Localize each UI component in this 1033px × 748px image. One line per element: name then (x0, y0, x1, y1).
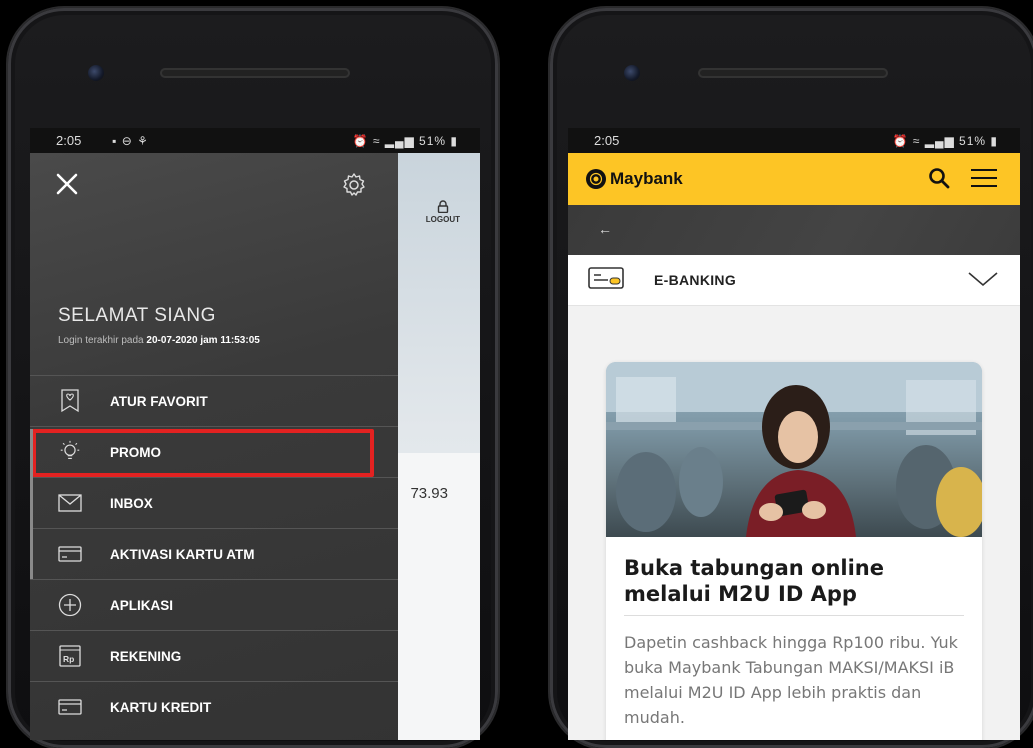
phone-right: 2:05 ⏰ ≈ ▂▄▆ 51% ▮ Maybank ← E-BANKING B… (550, 8, 1033, 748)
search-button[interactable] (928, 167, 950, 194)
lightbulb-icon (58, 440, 82, 464)
status-time: 2:05 (56, 133, 82, 148)
account-amount: 73.93 (410, 485, 448, 502)
promo-title: Buka tabungan online melalui M2U ID App (624, 555, 964, 616)
menu-item-atur-favorit[interactable]: ATUR FAVORIT (30, 375, 398, 426)
last-login-prefix: Login terakhir pada (58, 335, 144, 346)
rp-icon: Rp (58, 644, 82, 668)
navigation-subbar: ← (568, 205, 1020, 255)
ebanking-card-icon (588, 266, 624, 295)
maybank-header: Maybank (568, 153, 1020, 205)
menu-item-aplikasi[interactable]: APLIKASI (30, 579, 398, 630)
menu-item-rekening[interactable]: Rp REKENING (30, 630, 398, 681)
svg-text:Rp: Rp (63, 654, 74, 664)
status-battery: 51% (419, 133, 447, 148)
menu-item-label: AKTIVASI KARTU ATM (110, 546, 255, 562)
content-area: E-BANKING Buka tabungan online melalui M… (568, 255, 1020, 740)
back-arrow-icon[interactable]: ← (598, 221, 612, 237)
plus-circle-icon (58, 593, 82, 617)
status-time: 2:05 (594, 133, 620, 148)
status-battery: 51% (959, 133, 987, 148)
settings-button[interactable] (340, 171, 368, 199)
menu-item-promo[interactable]: PROMO (30, 426, 398, 477)
maybank-tiger-icon (586, 169, 606, 189)
promo-photo (606, 362, 982, 537)
status-icons: ⏰ ≈ ▂▄▆ 51% ▮ (892, 133, 998, 148)
bookmark-heart-icon (58, 389, 82, 413)
menu-item-label: INBOX (110, 495, 153, 511)
maybank-logo[interactable]: Maybank (586, 169, 683, 189)
menu-item-label: ATUR FAVORIT (110, 393, 208, 409)
phone-left: 2:05 ▪ ⊖ ⚘ ⏰ ≈ ▂▄▆ 51% ▮ LOGOUT 73.93 SE… (8, 8, 498, 748)
ebanking-section-toggle[interactable]: E-BANKING (568, 255, 1020, 306)
menu-item-kartu-kredit[interactable]: KARTU KREDIT (30, 681, 398, 732)
credit-card-icon (58, 695, 82, 719)
last-login-text: Login terakhir pada 20-07-2020 jam 11:53… (58, 335, 260, 346)
last-login-value: 20-07-2020 jam 11:53:05 (146, 335, 260, 346)
envelope-icon (58, 491, 82, 515)
lock-icon (437, 200, 449, 213)
close-icon (56, 173, 78, 195)
menu-item-label: REKENING (110, 648, 182, 664)
right-screen: 2:05 ⏰ ≈ ▂▄▆ 51% ▮ Maybank ← E-BANKING B… (568, 128, 1020, 740)
status-bar: 2:05 ▪ ⊖ ⚘ ⏰ ≈ ▂▄▆ 51% ▮ (30, 128, 480, 153)
gear-icon (343, 173, 365, 196)
menu-item-label: KARTU KREDIT (110, 699, 212, 715)
card-icon (58, 542, 82, 566)
chevron-down-icon (968, 271, 998, 292)
brand-name: Maybank (610, 169, 683, 188)
logout-button[interactable]: LOGOUT (426, 200, 460, 224)
promo-description: Dapetin cashback hingga Rp100 ribu. Yuk … (624, 633, 958, 727)
search-icon (929, 168, 950, 189)
status-bar: 2:05 ⏰ ≈ ▂▄▆ 51% ▮ (568, 128, 1020, 153)
woman-with-phone-on-train-image (606, 362, 982, 537)
menu-item-label: APLIKASI (110, 597, 174, 613)
earpiece-speaker (160, 68, 350, 78)
hamburger-icon (971, 169, 997, 187)
front-camera (624, 65, 640, 81)
navigation-drawer: SELAMAT SIANG Login terakhir pada 20-07-… (30, 153, 398, 740)
greeting-text: SELAMAT SIANG (58, 305, 216, 326)
logout-label: LOGOUT (425, 215, 460, 224)
menu-button[interactable] (970, 168, 998, 193)
menu-item-aktivasi-kartu-atm[interactable]: AKTIVASI KARTU ATM (30, 528, 398, 579)
front-camera (88, 65, 104, 81)
close-button[interactable] (54, 171, 80, 197)
promo-card[interactable]: Buka tabungan online melalui M2U ID App … (606, 362, 982, 740)
scrollbar[interactable] (30, 429, 33, 579)
menu-item-inbox[interactable]: INBOX (30, 477, 398, 528)
status-icons: ▪ ⊖ ⚘ ⏰ ≈ ▂▄▆ 51% ▮ (112, 133, 458, 148)
earpiece-speaker (698, 68, 888, 78)
drawer-menu: ATUR FAVORIT PROMO INBOX AKTIVASI KARTU … (30, 375, 398, 732)
menu-item-label: PROMO (110, 444, 162, 460)
section-label: E-BANKING (654, 272, 737, 288)
left-screen: 2:05 ▪ ⊖ ⚘ ⏰ ≈ ▂▄▆ 51% ▮ LOGOUT 73.93 SE… (30, 128, 480, 740)
